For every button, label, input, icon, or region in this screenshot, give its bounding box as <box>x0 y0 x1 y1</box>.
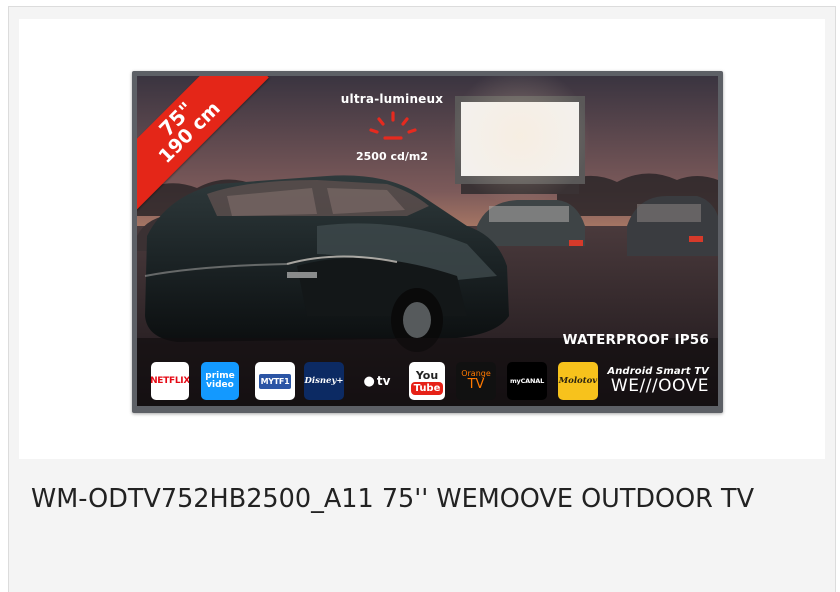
youtube-label-top: You <box>415 368 439 382</box>
canal-label: myCANAL <box>509 377 545 385</box>
molotov-logo-icon: Molotov <box>558 362 598 400</box>
tv-screen: 75" 190 cm ultra-lumineux 2500 cd/m2 WAT… <box>137 76 718 406</box>
youtube-logo-icon: You Tube <box>409 362 445 400</box>
apple-glyph-icon: ● <box>363 373 375 389</box>
luminosity-value: 2500 cd/m2 <box>356 150 428 163</box>
netflix-logo-icon: NETFLIX <box>151 362 189 400</box>
molotov-label: Molotov <box>558 376 598 386</box>
netflix-label: NETFLIX <box>151 376 189 386</box>
orange-label-bottom: TV <box>467 376 485 392</box>
brand-block: Android Smart TV WE///OOVE <box>597 366 709 396</box>
wemoove-logo: WE///OOVE <box>610 376 709 396</box>
prime-label: prime video <box>205 370 235 390</box>
brightness-icon <box>369 111 417 140</box>
tv-product-image[interactable]: 75" 190 cm ultra-lumineux 2500 cd/m2 WAT… <box>132 71 723 413</box>
disney-label: Disney+ <box>304 376 344 386</box>
product-title[interactable]: WM-ODTV752HB2500_A11 75'' WEMOOVE OUTDOO… <box>31 481 831 518</box>
product-image-area[interactable]: 75" 190 cm ultra-lumineux 2500 cd/m2 WAT… <box>19 19 825 459</box>
prime-video-logo-icon: prime video <box>201 362 239 400</box>
disney-plus-logo-icon: Disney+ <box>304 362 344 400</box>
orange-tv-logo-icon: Orange TV <box>456 362 496 400</box>
mytf1-logo-icon: MYTF1 <box>255 362 295 400</box>
waterproof-label: WATERPROOF IP56 <box>562 332 709 348</box>
luminosity-title: ultra-lumineux <box>340 92 444 106</box>
mycanal-logo-icon: myCANAL <box>507 362 547 400</box>
apple-tv-logo-icon: ● tv <box>356 362 398 400</box>
mytf1-label: MYTF1 <box>258 373 292 389</box>
youtube-label-bottom: Tube <box>410 381 444 395</box>
drive-in-scene-illustration <box>137 76 718 406</box>
product-card[interactable]: 75" 190 cm ultra-lumineux 2500 cd/m2 WAT… <box>8 6 836 592</box>
appletv-label: tv <box>376 374 391 388</box>
